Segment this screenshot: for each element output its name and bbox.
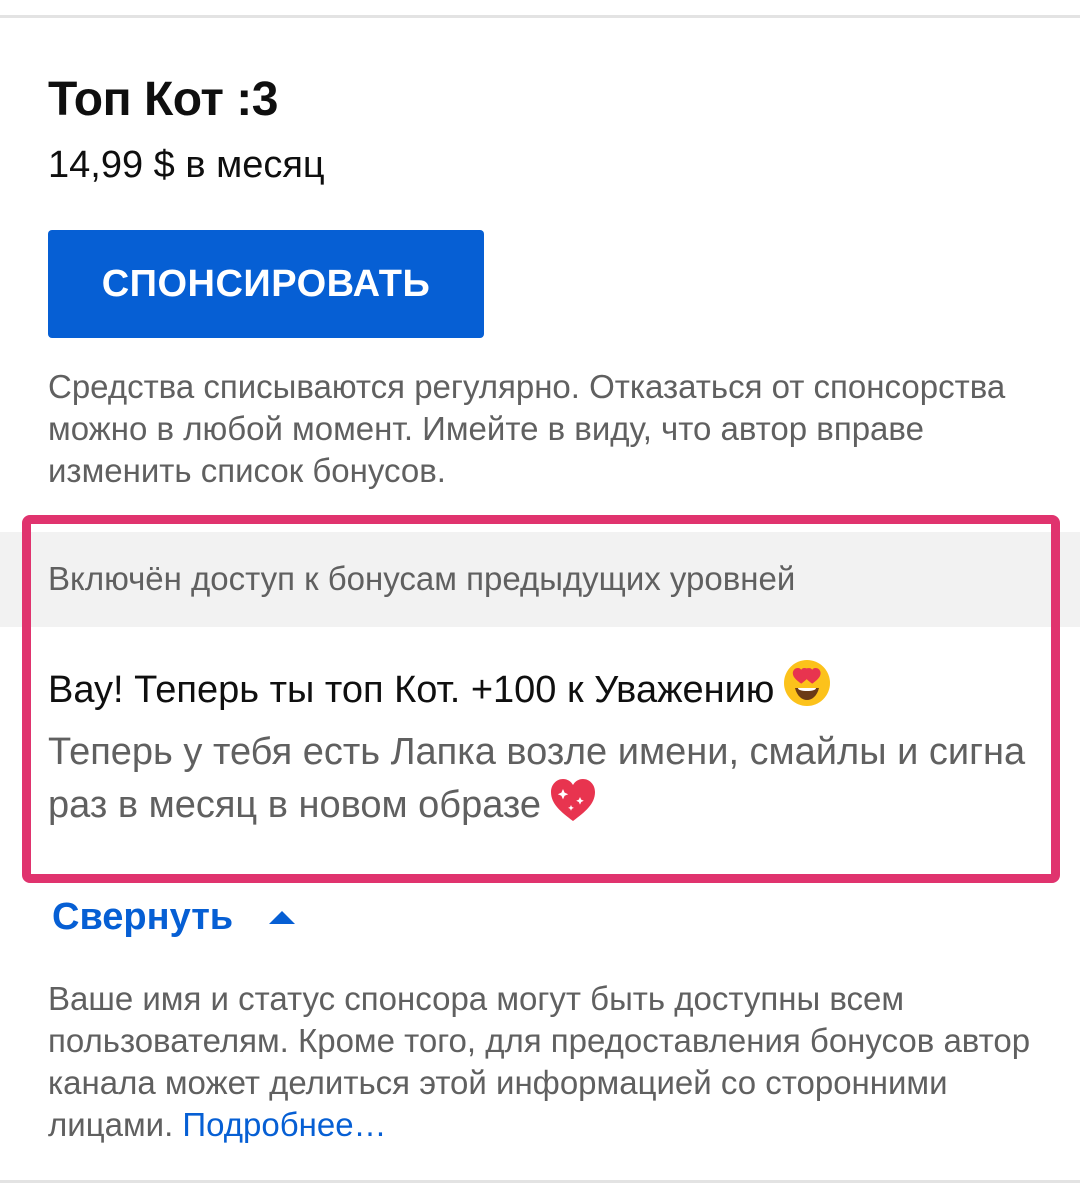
perk-title-text: Вау! Теперь ты топ Кот. +100 к Уважению — [48, 669, 775, 711]
bottom-divider — [0, 1180, 1080, 1183]
perk-title: Вау! Теперь ты топ Кот. +100 к Уважению — [48, 658, 832, 718]
collapse-label: Свернуть — [52, 896, 234, 938]
perks-header-text: Включён доступ к бонусам предыдущих уров… — [48, 560, 796, 597]
privacy-note: Ваше имя и статус спонсора могут быть до… — [48, 978, 1038, 1146]
chevron-up-icon — [269, 911, 296, 924]
sponsor-button[interactable]: СПОНСИРОВАТЬ — [48, 230, 484, 338]
tier-price: 14,99 $ в месяц — [48, 144, 325, 186]
perk-description-text: Теперь у тебя есть Лапка возле имени, см… — [48, 731, 1026, 826]
heart-eyes-emoji-icon — [782, 658, 832, 718]
collapse-button[interactable]: Свернуть — [52, 896, 296, 939]
learn-more-link[interactable]: Подробнее… — [182, 1106, 386, 1143]
top-divider — [0, 15, 1080, 18]
sparkling-heart-emoji-icon — [549, 777, 597, 836]
billing-disclaimer: Средства списываются регулярно. Отказать… — [48, 368, 1006, 489]
tier-title: Топ Кот :3 — [48, 73, 278, 126]
perk-description: Теперь у тебя есть Лапка возле имени, см… — [48, 728, 1038, 836]
